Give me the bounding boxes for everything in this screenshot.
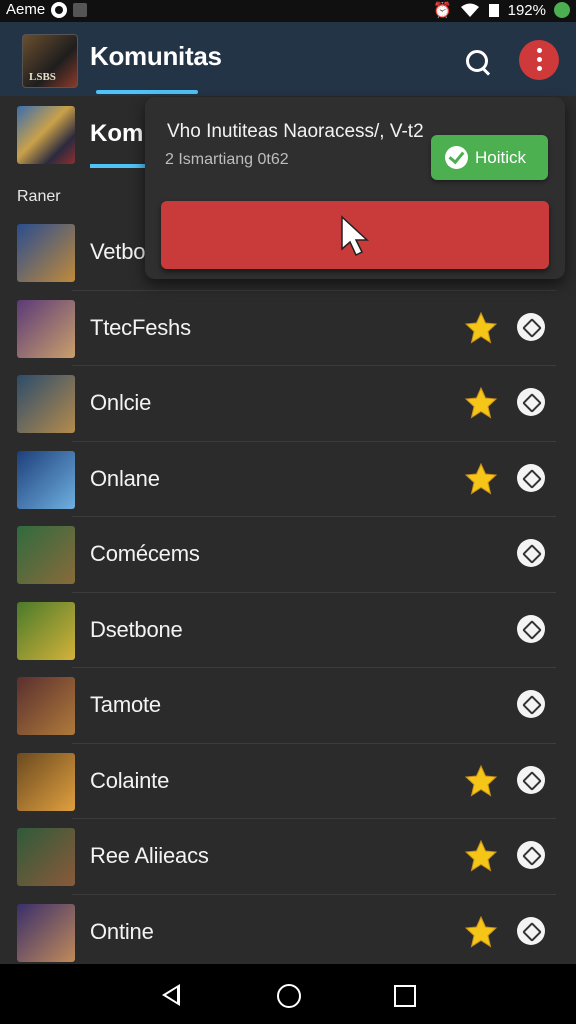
popup-dialog: Vho Inutiteas Naoracess/, V-t2 2 Ismarti… (145, 97, 565, 279)
edit-icon[interactable] (517, 916, 545, 945)
edit-icon[interactable] (517, 690, 545, 718)
more-vertical-icon (537, 57, 542, 62)
list-item-label: Onlane (90, 465, 160, 491)
community-thumbnail[interactable] (17, 299, 75, 358)
community-thumbnail[interactable] (17, 375, 75, 433)
status-left: Aeme (6, 1, 88, 18)
community-thumbnail[interactable] (17, 677, 75, 735)
action-button[interactable] (161, 201, 549, 269)
signal-icon (488, 4, 499, 17)
carrier-label: Aeme (6, 1, 46, 18)
list-item-label: Comécems (90, 541, 200, 566)
list-item[interactable]: TtecFeshs (17, 289, 556, 366)
star-icon[interactable] (464, 764, 498, 798)
community-thumbnail[interactable] (17, 224, 75, 282)
community-list: Vetboc TtecFeshs Onlcie Onlane Comécems Dsetb… (0, 215, 576, 969)
edit-icon[interactable] (517, 463, 545, 492)
star-icon[interactable] (464, 462, 498, 496)
avatar-text: LSBS (29, 71, 56, 83)
edit-icon[interactable] (517, 539, 545, 567)
navigation-bar (0, 964, 576, 1024)
notification-icon (51, 1, 68, 18)
community-avatar[interactable]: LSBS (22, 34, 78, 88)
community-thumbnail[interactable] (17, 752, 75, 811)
edit-icon[interactable] (517, 388, 545, 416)
app-bar: LSBS Komunitas (0, 22, 576, 97)
section-label: Raner (17, 188, 61, 205)
list-item-label: Onlcie (90, 390, 152, 415)
list-item[interactable]: Comécems (17, 516, 556, 592)
home-icon[interactable] (277, 984, 301, 1008)
status-right: ⏰ 192% (433, 1, 570, 19)
list-item-label: Colainte (90, 767, 170, 793)
community-thumbnail[interactable] (17, 450, 75, 509)
list-item-label: Dsetbone (90, 616, 183, 642)
more-menu-button[interactable] (519, 40, 559, 80)
battery-percent: 192% (507, 1, 546, 19)
list-item[interactable]: Dsetbone (17, 591, 556, 668)
list-item-label: Tamote (90, 692, 161, 717)
edit-icon[interactable] (517, 765, 545, 794)
list-item[interactable]: Onlane (17, 440, 556, 517)
check-icon (445, 146, 468, 169)
wifi-icon (460, 3, 479, 17)
list-item[interactable]: Ree Aliieacs (17, 818, 556, 894)
list-item-label: Ree Aliieacs (90, 843, 209, 868)
edit-icon[interactable] (517, 614, 545, 643)
search-button[interactable] (460, 44, 494, 78)
edit-icon[interactable] (517, 312, 545, 341)
popup-title: Vho Inutiteas Naoracess/, V-t2 (167, 121, 424, 142)
star-icon[interactable] (464, 839, 498, 873)
title-underline (96, 90, 198, 94)
list-item-label: TtecFeshs (90, 314, 191, 340)
list-item[interactable]: Ontine (17, 893, 556, 970)
list-item[interactable]: Tamote (17, 667, 556, 743)
confirm-button[interactable]: Hoitick (431, 135, 548, 180)
sub-community-avatar[interactable] (17, 106, 75, 164)
popup-subtitle: 2 Ismartiang 0t62 (165, 151, 289, 168)
list-item-label: Ontine (90, 918, 154, 944)
community-thumbnail[interactable] (17, 828, 75, 886)
edit-icon[interactable] (517, 841, 545, 869)
more-vertical-icon (537, 48, 542, 53)
confirm-button-label: Hoitick (475, 148, 527, 167)
sub-title-underline (90, 164, 148, 168)
star-icon[interactable] (464, 311, 498, 345)
star-icon[interactable] (464, 386, 498, 420)
sub-title[interactable]: Kom (90, 120, 143, 148)
battery-icon (554, 2, 570, 18)
star-icon[interactable] (464, 915, 498, 949)
status-bar: Aeme ⏰ 192% (0, 0, 576, 22)
list-item[interactable]: Onlcie (17, 365, 556, 441)
app-notification-icon (73, 2, 88, 17)
community-thumbnail[interactable] (17, 526, 75, 584)
community-thumbnail[interactable] (17, 903, 75, 962)
recent-apps-icon[interactable] (394, 985, 416, 1007)
back-icon[interactable] (162, 984, 180, 1006)
page-title: Komunitas (90, 41, 222, 71)
community-thumbnail[interactable] (17, 601, 75, 660)
list-item[interactable]: Colainte (17, 742, 556, 819)
more-vertical-icon (537, 66, 542, 71)
alarm-icon: ⏰ (432, 2, 452, 19)
pointer-cursor-icon (341, 215, 369, 257)
